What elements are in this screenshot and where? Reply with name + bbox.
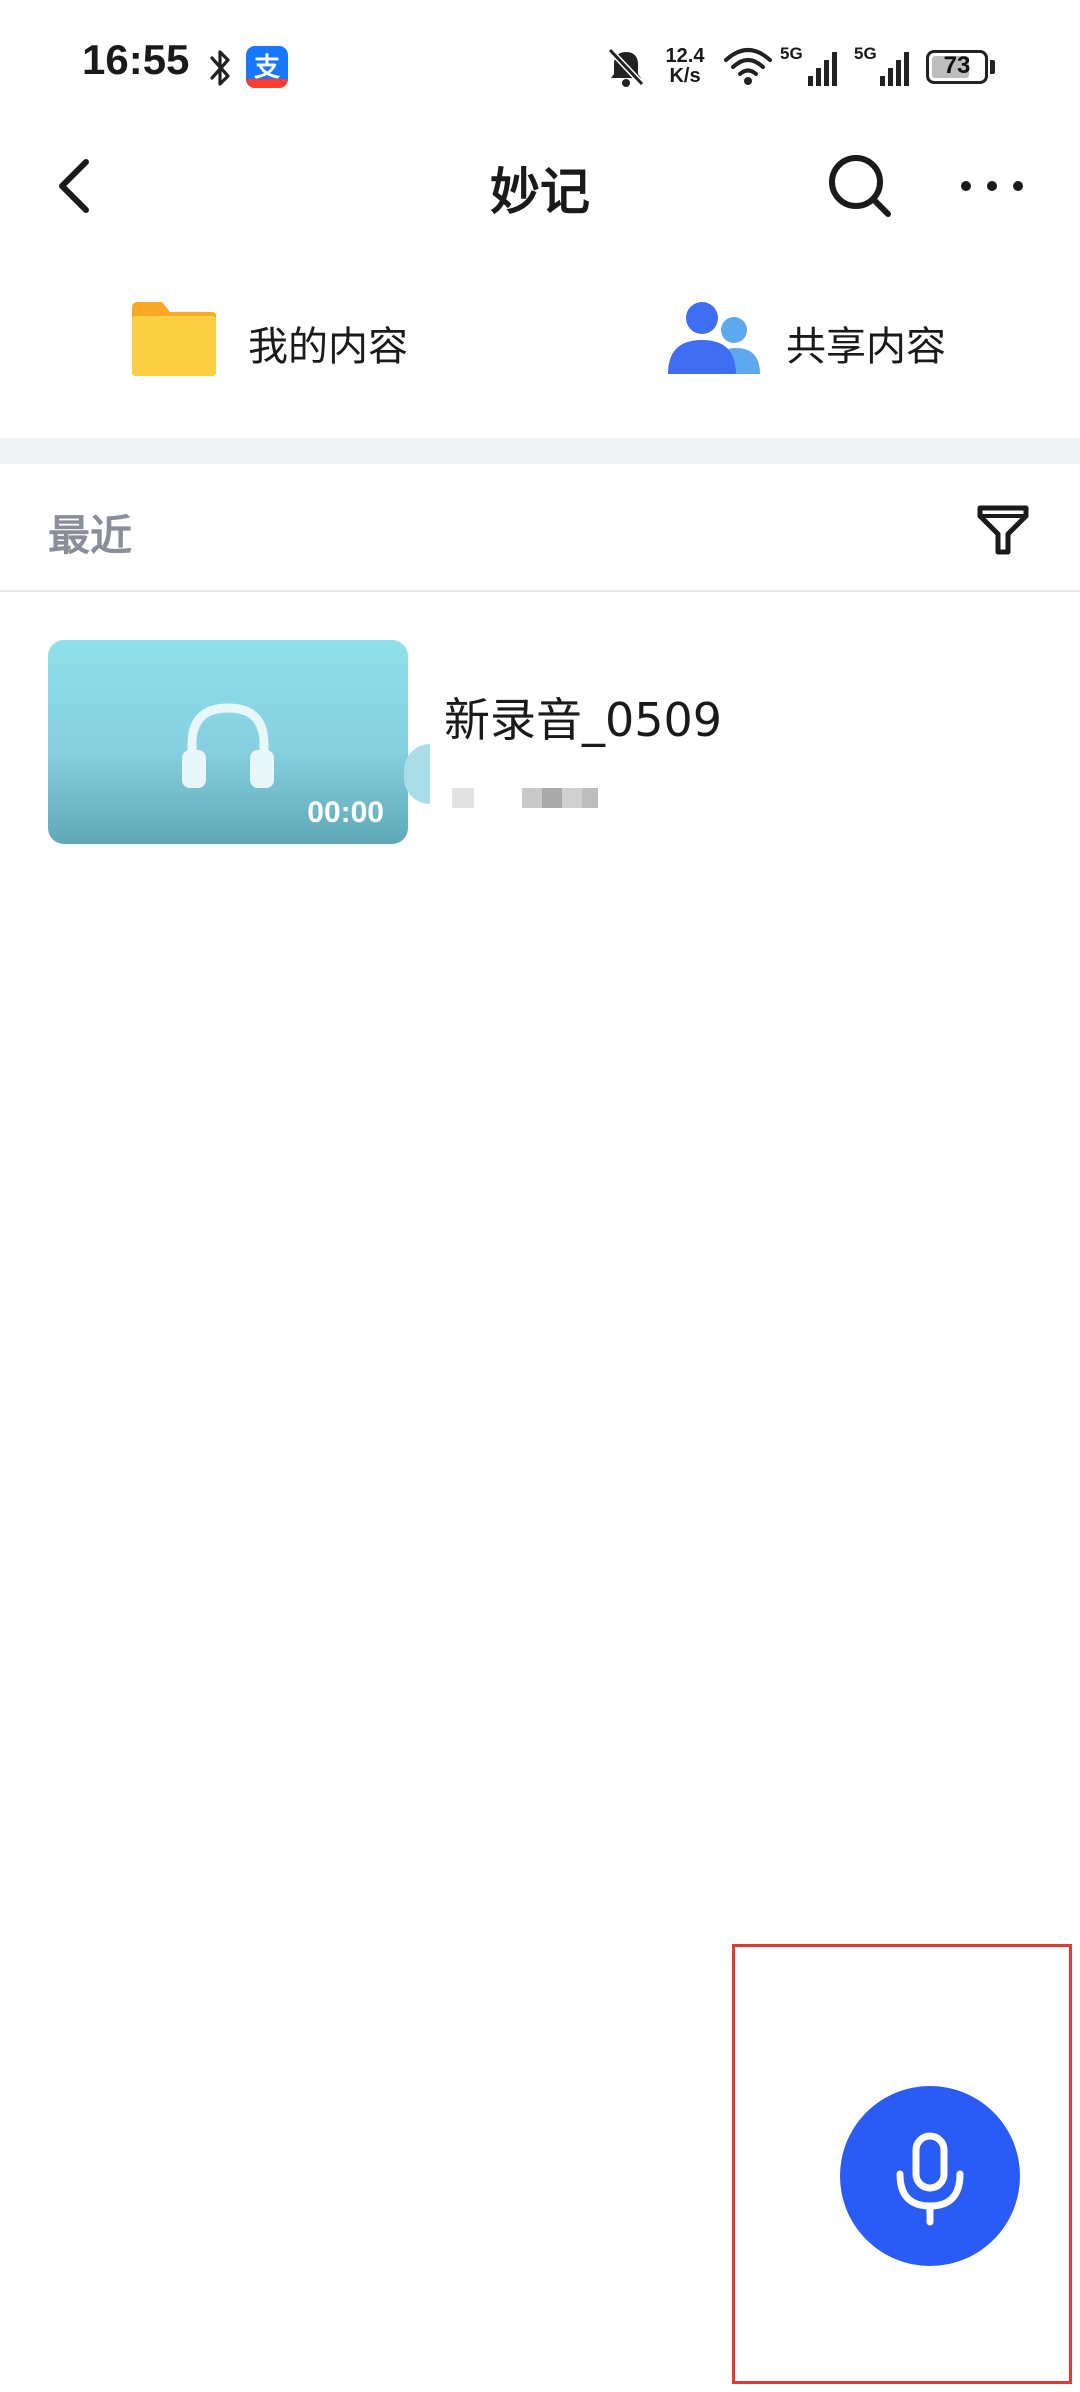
signal-2-icon [880,52,909,86]
folder-icon [132,302,216,376]
recording-meta-redacted [452,788,598,808]
signal-1-icon [808,52,837,86]
category-shared-content[interactable]: 共享内容 [664,290,984,390]
record-button[interactable] [840,2086,1020,2266]
signal-1-label: 5G [780,44,803,63]
alipay-stripe [246,79,288,88]
more-options-button[interactable] [952,146,1032,226]
recording-duration: 00:00 [307,796,384,829]
people-icon [668,302,760,374]
microphone-icon [896,2132,964,2226]
recording-title: 新录音_0509 [444,693,723,747]
recording-list-item[interactable]: 00:00 新录音_0509 [48,640,1040,846]
filter-icon [977,505,1029,555]
page-title: 妙记 [490,163,590,221]
filter-button[interactable] [968,494,1038,564]
signal-2-label: 5G [854,44,877,63]
network-speed: 12.4 K/s [660,46,710,86]
search-button[interactable] [820,146,900,226]
recent-header: 最近 [0,464,1080,592]
page: 16:55 支 12.4 K/s 5G 5G 73 妙记 我的内容 共享内容 最… [0,0,1080,2392]
search-icon [829,155,891,217]
alipay-notification-icon: 支 [246,46,288,88]
title-bar: 妙记 [0,130,1080,234]
status-time: 16:55 [82,36,190,83]
headphones-icon [182,703,274,788]
category-my-content[interactable]: 我的内容 [128,290,448,390]
more-horizontal-icon [961,181,1023,191]
battery-cap [990,60,995,74]
network-speed-unit: K/s [669,65,701,87]
network-speed-value: 12.4 [665,45,705,67]
bell-muted-icon [607,47,645,87]
recording-thumbnail: 00:00 [48,640,408,844]
category-label: 共享内容 [786,324,946,370]
bluetooth-icon [210,50,230,86]
battery-level: 73 [943,52,971,79]
section-divider [0,438,1080,464]
recent-title: 最近 [48,511,133,560]
status-bar: 16:55 支 12.4 K/s 5G 5G 73 [0,0,1080,130]
category-row: 我的内容 共享内容 [0,270,1080,420]
wifi-icon [724,48,772,85]
battery-icon: 73 [926,50,988,84]
category-label: 我的内容 [248,324,408,370]
